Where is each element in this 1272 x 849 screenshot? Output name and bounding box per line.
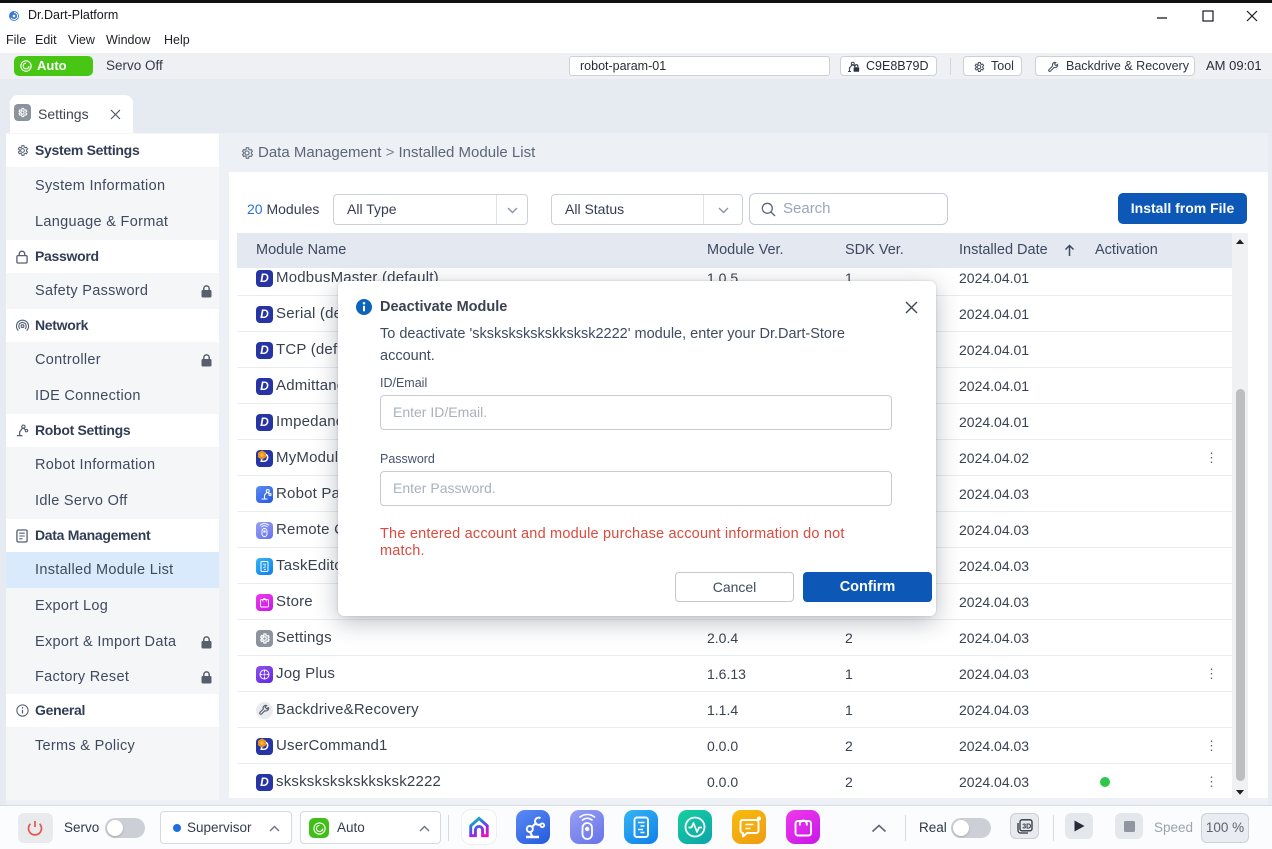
svg-text:3D: 3D (1022, 823, 1031, 830)
